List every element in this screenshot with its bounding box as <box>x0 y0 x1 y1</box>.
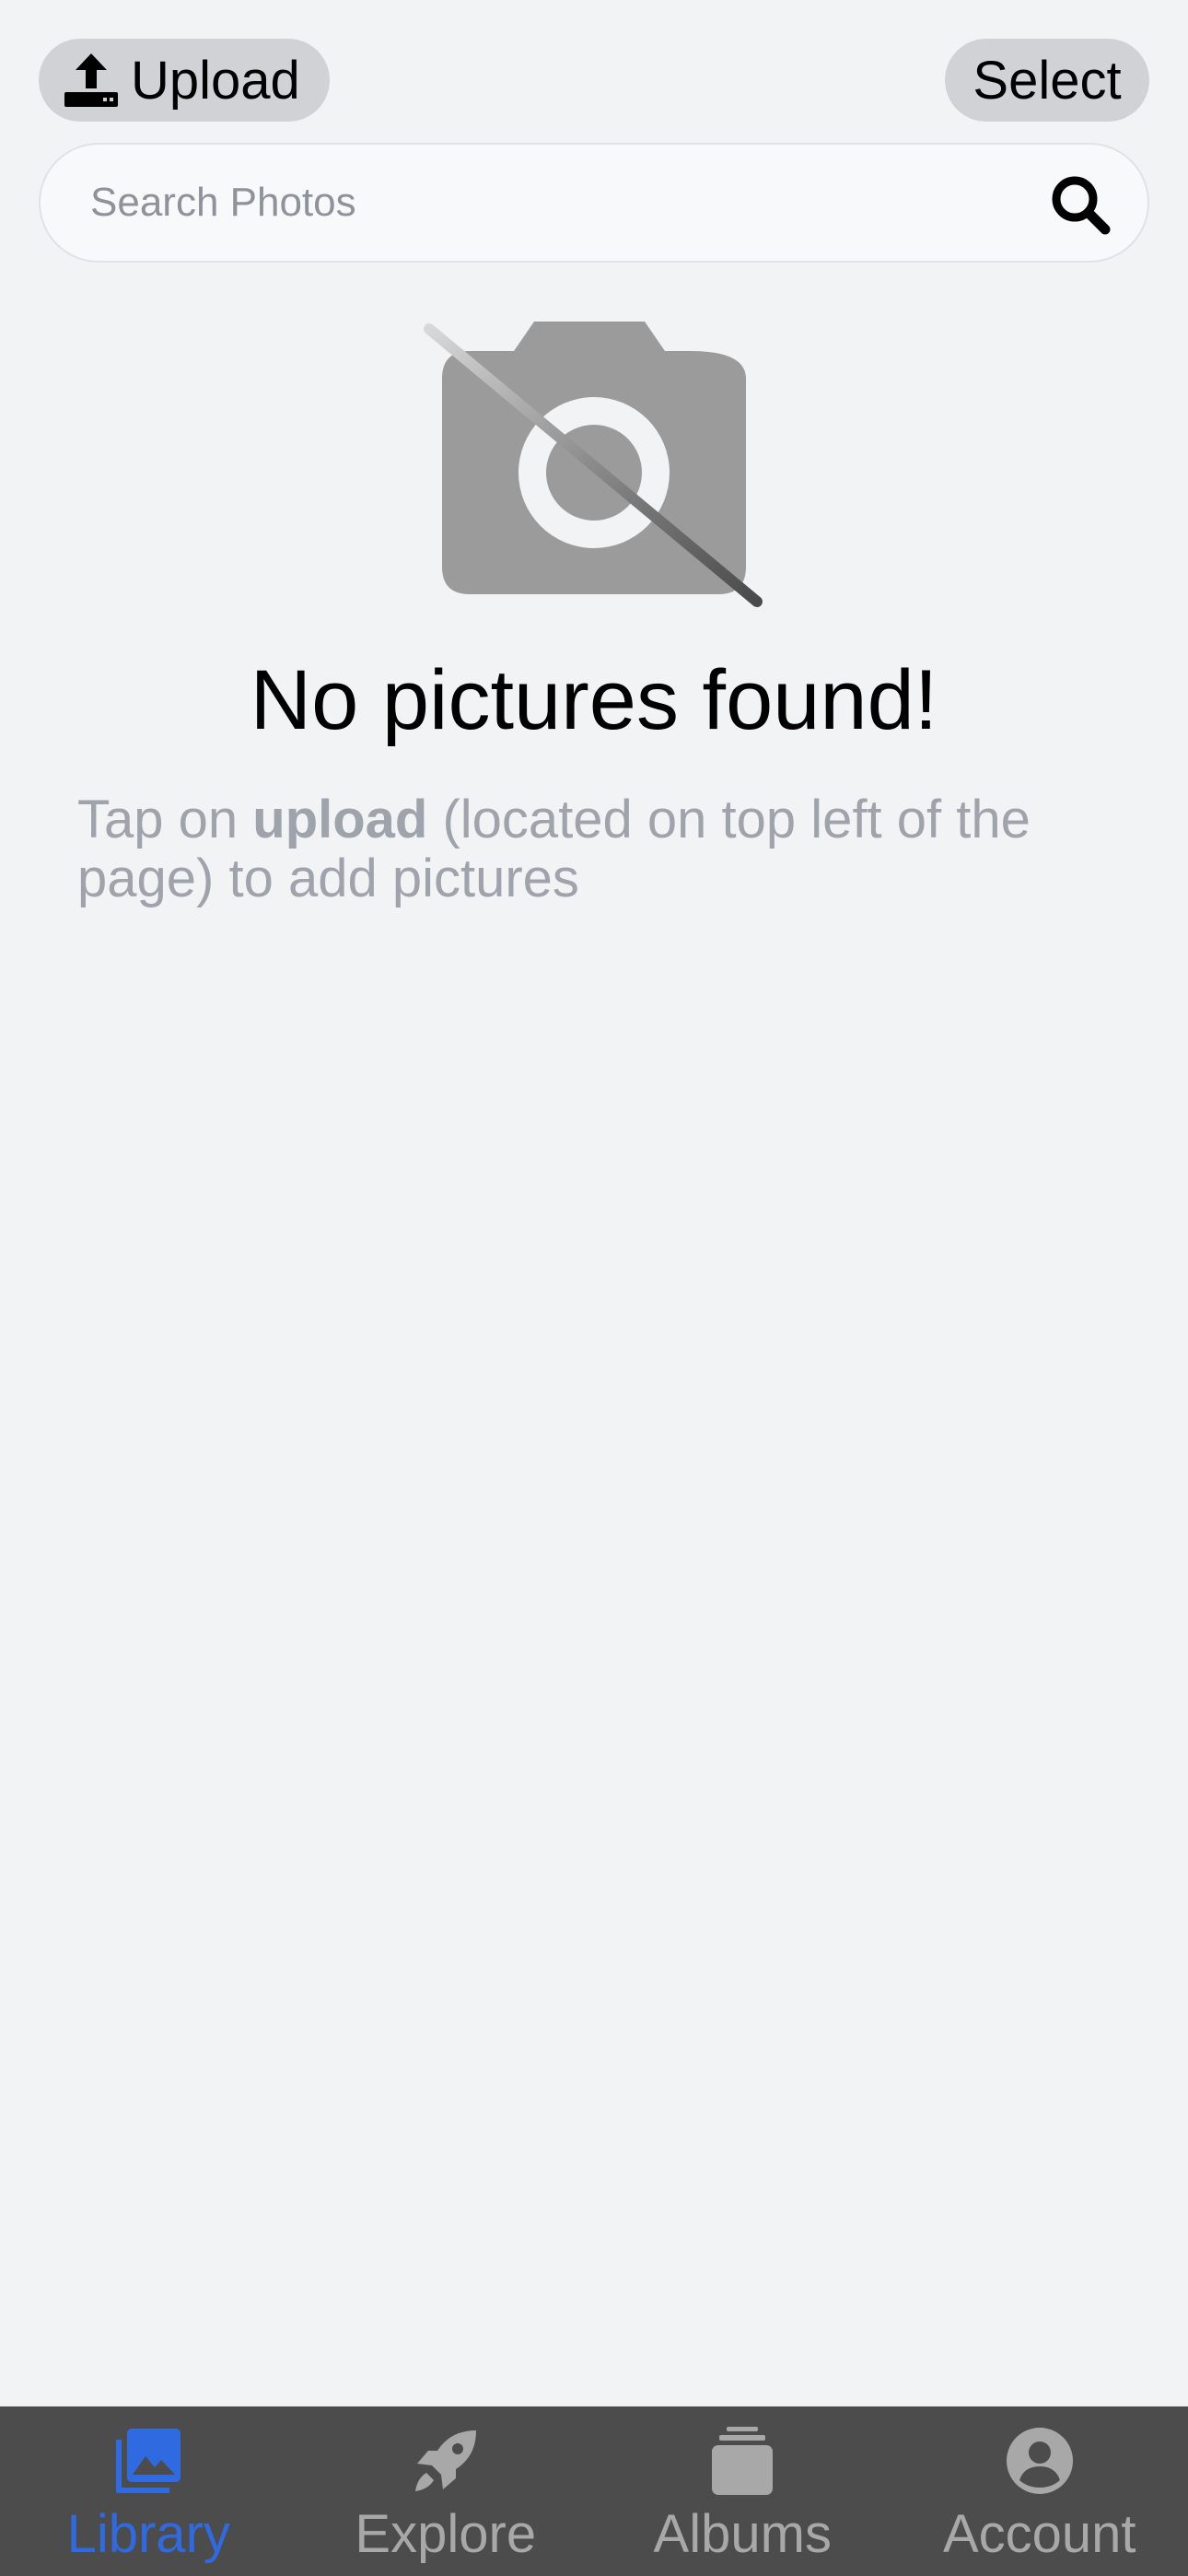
bottom-tab-bar: Library Explore Albums Account <box>0 2406 1188 2576</box>
hint-prefix: Tap on <box>77 790 253 849</box>
search-input[interactable] <box>88 165 1013 240</box>
photo-library-icon <box>112 2425 184 2497</box>
select-button-label: Select <box>973 50 1122 111</box>
albums-stack-icon <box>706 2425 778 2497</box>
empty-state-hint: Tap on upload (located on top left of th… <box>77 790 1118 908</box>
search-icon[interactable] <box>1048 172 1112 237</box>
account-circle-icon <box>1004 2425 1076 2497</box>
hint-upload-keyword: upload <box>252 790 428 849</box>
tab-account[interactable]: Account <box>891 2406 1188 2576</box>
top-bar: Upload Select <box>0 0 1188 138</box>
tab-library-label: Library <box>66 2504 230 2564</box>
tab-explore-label: Explore <box>355 2504 537 2564</box>
upload-icon <box>63 52 120 109</box>
tab-explore[interactable]: Explore <box>297 2406 595 2576</box>
rocket-icon <box>410 2425 482 2497</box>
tab-library[interactable]: Library <box>0 2406 297 2576</box>
empty-state-title: No pictures found! <box>250 653 938 747</box>
tab-account-label: Account <box>942 2504 1136 2564</box>
upload-button[interactable]: Upload <box>39 39 330 122</box>
upload-button-label: Upload <box>131 50 300 111</box>
search-bar <box>39 143 1149 263</box>
no-camera-icon <box>424 318 764 608</box>
tab-albums[interactable]: Albums <box>594 2406 891 2576</box>
select-button[interactable]: Select <box>945 39 1149 122</box>
tab-albums-label: Albums <box>653 2504 832 2564</box>
